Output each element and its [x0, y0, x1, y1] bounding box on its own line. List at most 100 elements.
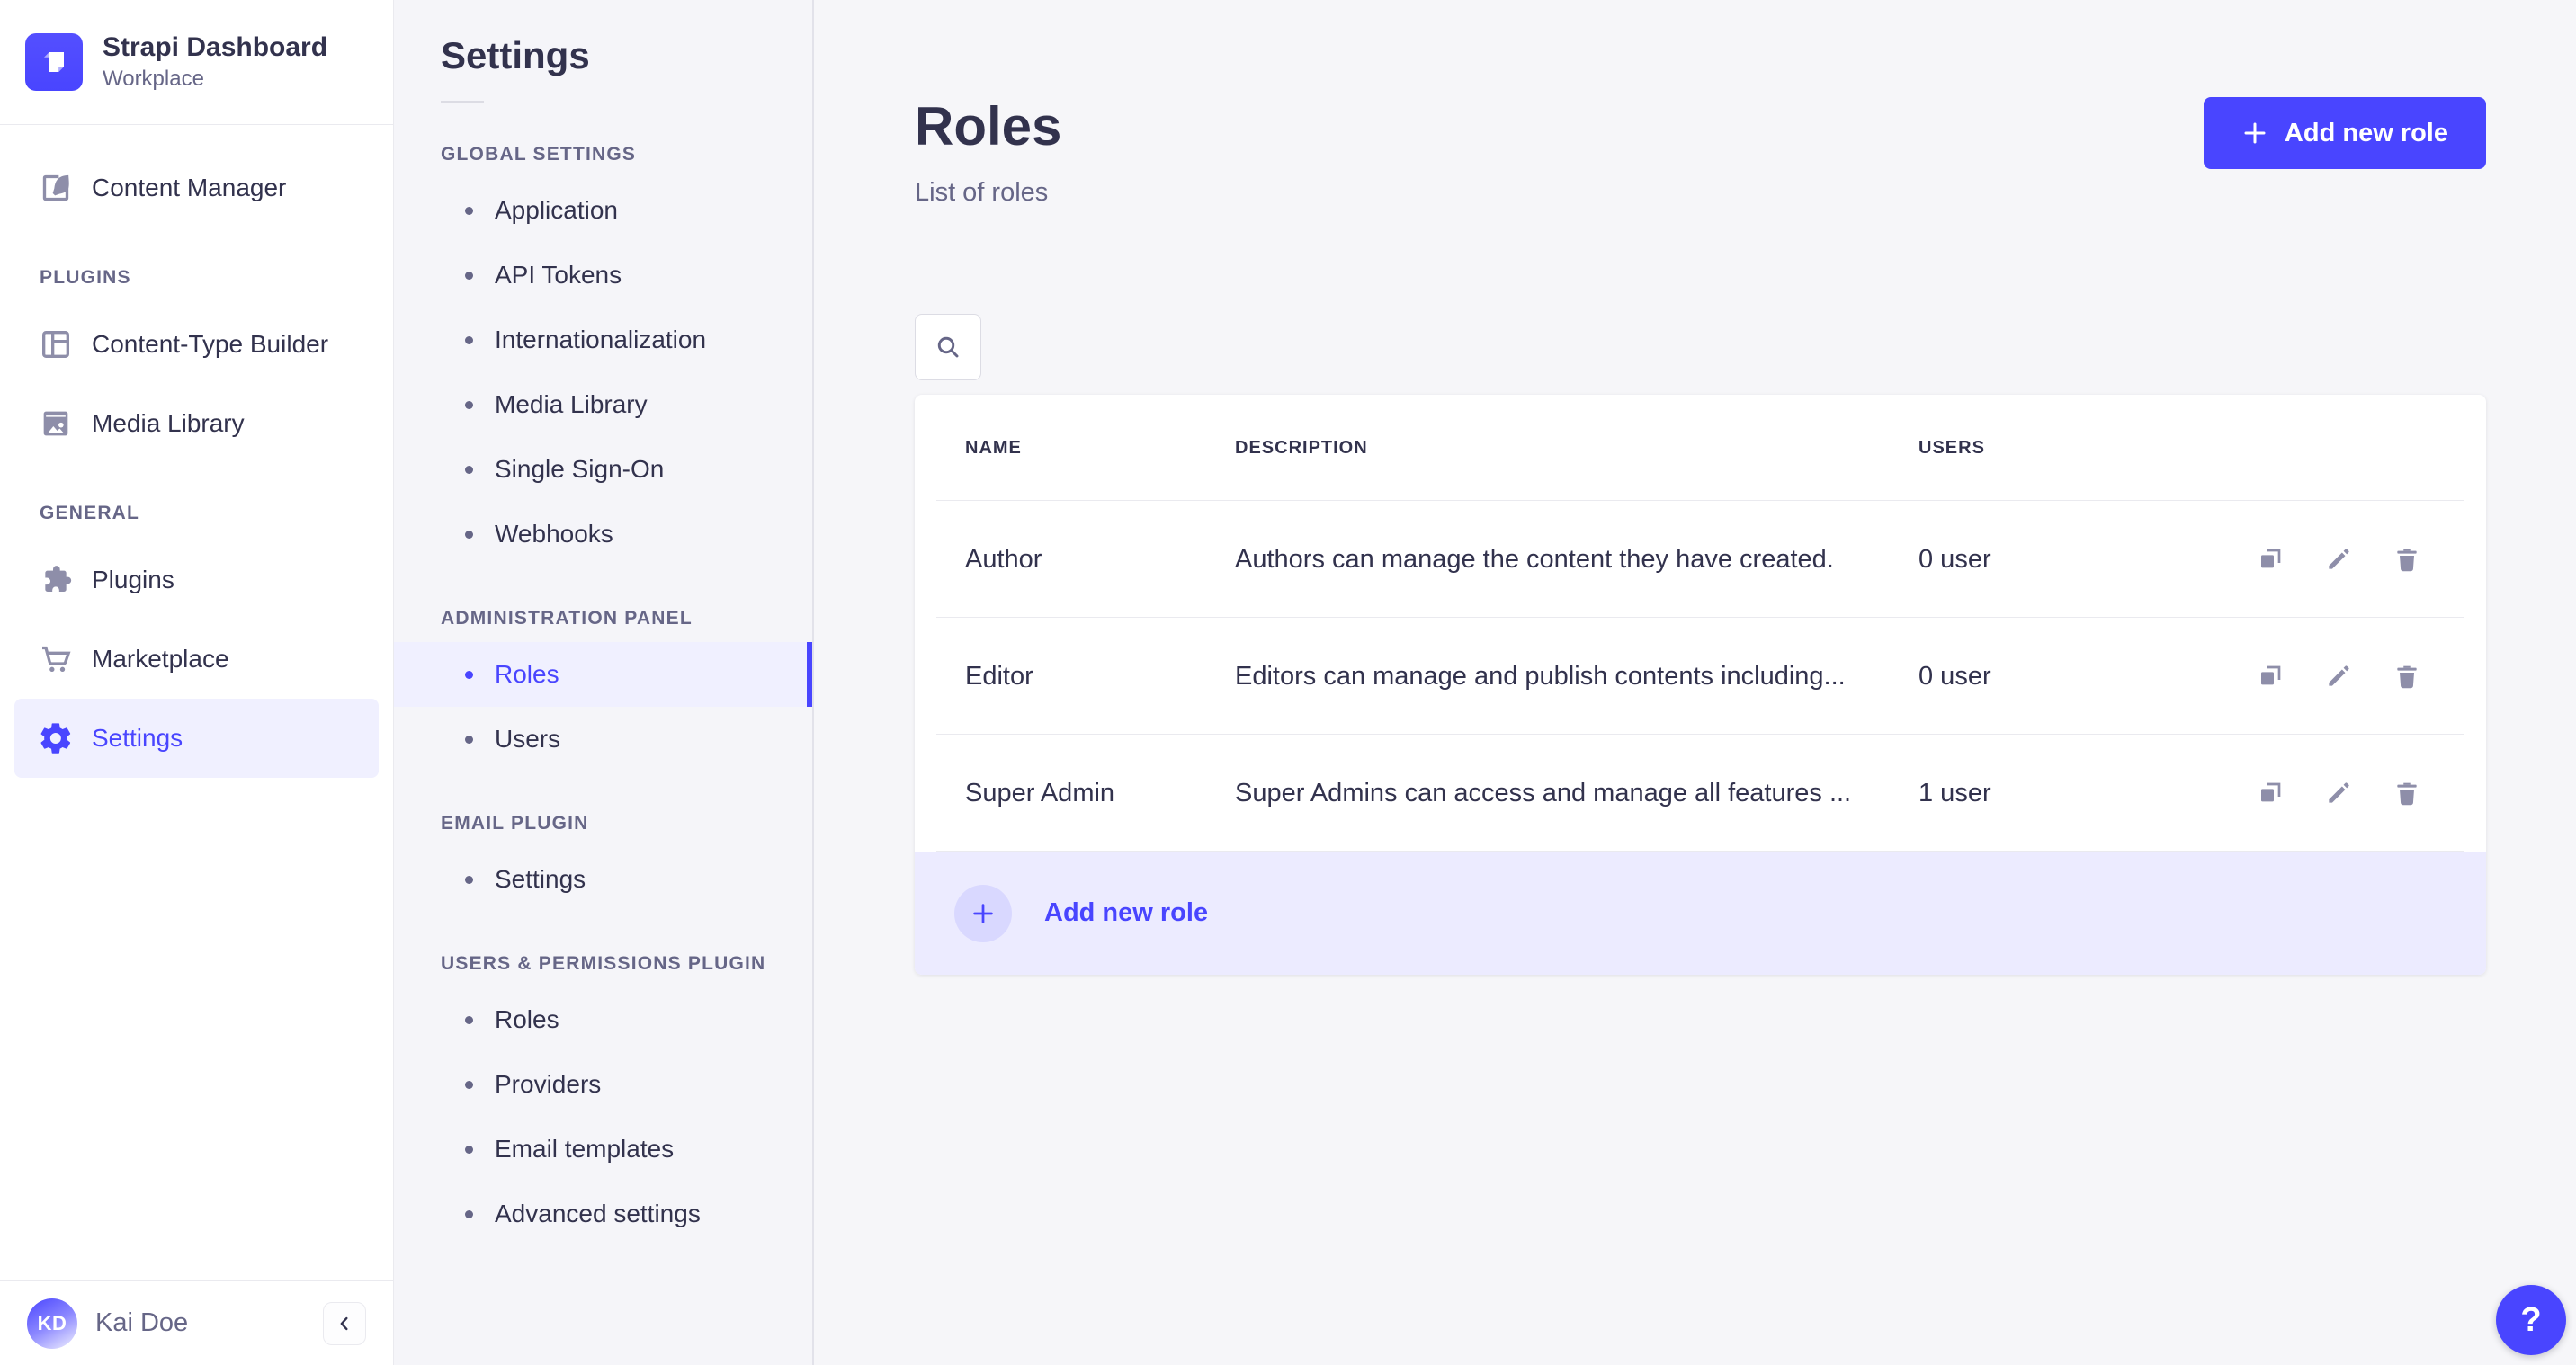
role-description: Authors can manage the content they have… [1235, 544, 1834, 574]
plus-icon [2241, 120, 2268, 147]
app-title: Strapi Dashboard [103, 32, 328, 62]
pencil-icon [2324, 779, 2355, 807]
footer-add-new-role-label: Add new role [1044, 898, 1209, 927]
edit-role-button[interactable] [2324, 661, 2355, 691]
subnav-item-webhooks[interactable]: Webhooks [394, 502, 812, 567]
role-users-count: 0 user [1919, 661, 1991, 691]
pencil-icon [2324, 662, 2355, 691]
bullet-dot [465, 1209, 473, 1218]
sidebar-item-content-manager[interactable]: Content Manager [0, 148, 393, 228]
settings-subnav: Settings GLOBAL SETTINGS Application API… [394, 0, 814, 1365]
subnav-title: Settings [441, 34, 590, 76]
subnav-item-email-templates[interactable]: Email templates [394, 1117, 812, 1182]
sidebar-item-label: Media Library [92, 408, 245, 437]
pencil-icon [2324, 545, 2355, 574]
duplicate-role-button[interactable] [2256, 544, 2286, 575]
subnav-item-label: Email templates [495, 1135, 675, 1163]
sidebar-item-content-type-builder[interactable]: Content-Type Builder [0, 305, 393, 384]
edit-role-button[interactable] [2324, 544, 2355, 575]
edit-role-button[interactable] [2324, 778, 2355, 808]
table-row-editor[interactable]: Editor Editors can manage and publish co… [915, 618, 2486, 735]
table-row-super-admin[interactable]: Super Admin Super Admins can access and … [915, 735, 2486, 852]
bullet-dot [465, 735, 473, 744]
subnav-item-up-roles[interactable]: Roles [394, 987, 812, 1052]
subnav-section-global-settings: GLOBAL SETTINGS Application API Tokens I… [394, 144, 812, 567]
role-description: Super Admins can access and manage all f… [1235, 778, 1852, 807]
bullet-dot [465, 465, 473, 474]
subnav-item-label: Application [495, 196, 618, 224]
avatar: KD [27, 1298, 77, 1349]
column-header-description: DESCRIPTION [1235, 437, 1368, 458]
sidebar-item-plugins[interactable]: Plugins [0, 540, 393, 620]
page-subtitle: List of roles [915, 178, 1049, 207]
subnav-section-administration-panel: ADMINISTRATION PANEL Roles Users [394, 608, 812, 772]
subnav-item-providers[interactable]: Providers [394, 1052, 812, 1117]
subnav-item-roles[interactable]: Roles [394, 642, 812, 707]
bullet-dot [465, 271, 473, 280]
subnav-section-users-permissions-plugin: USERS & PERMISSIONS PLUGIN Roles Provide… [394, 953, 812, 1246]
subnav-item-label: Providers [495, 1070, 602, 1098]
bullet-dot [465, 206, 473, 215]
delete-role-button[interactable] [2393, 544, 2423, 575]
subnav-item-internationalization[interactable]: Internationalization [394, 308, 812, 372]
sidebar-nav: Content Manager PLUGINS Content-Type Bui… [0, 125, 393, 1281]
user-menu[interactable]: KD Kai Doe [27, 1298, 188, 1349]
sidebar-footer: KD Kai Doe [0, 1280, 393, 1365]
search-button[interactable] [915, 314, 981, 380]
subnav-item-media-library[interactable]: Media Library [394, 372, 812, 437]
search-icon [934, 333, 962, 361]
gear-icon [38, 720, 74, 756]
subnav-item-label: Webhooks [495, 520, 613, 548]
column-header-users: USERS [1919, 437, 1985, 458]
subnav-item-label: Single Sign-On [495, 455, 665, 483]
table-row-author[interactable]: Author Authors can manage the content th… [915, 501, 2486, 618]
help-button[interactable]: ? [2496, 1285, 2566, 1355]
collapse-sidebar-button[interactable] [323, 1301, 366, 1345]
subnav-item-advanced-settings[interactable]: Advanced settings [394, 1182, 812, 1246]
role-users-count: 1 user [1919, 778, 1991, 807]
workplace-label: Workplace [103, 66, 204, 91]
subnav-item-label: Roles [495, 660, 559, 688]
sidebar-item-label: Settings [92, 723, 183, 752]
table-footer-add-new-role[interactable]: Add new role [915, 852, 2486, 975]
strapi-logo [25, 32, 83, 91]
duplicate-role-button[interactable] [2256, 778, 2286, 808]
divider [441, 101, 484, 103]
sidebar-item-marketplace[interactable]: Marketplace [0, 620, 393, 699]
bullet-dot [465, 670, 473, 679]
subnav-section-label: EMAIL PLUGIN [441, 813, 589, 834]
bullet-dot [465, 875, 473, 884]
duplicate-role-button[interactable] [2256, 661, 2286, 691]
sidebar-item-media-library[interactable]: Media Library [0, 384, 393, 463]
sidebar-item-settings[interactable]: Settings [14, 698, 379, 778]
bullet-dot [465, 1015, 473, 1024]
trash-icon [2393, 662, 2423, 691]
subnav-item-label: Advanced settings [495, 1200, 701, 1227]
page-header: Roles List of roles Add new role [915, 97, 2486, 208]
subnav-item-application[interactable]: Application [394, 178, 812, 243]
workspace-switcher[interactable]: Strapi Dashboard Workplace [0, 0, 393, 125]
trash-icon [2393, 545, 2423, 574]
subnav-item-users[interactable]: Users [394, 707, 812, 772]
subnav-item-label: Roles [495, 1005, 559, 1033]
delete-role-button[interactable] [2393, 661, 2423, 691]
add-new-role-button[interactable]: Add new role [2203, 97, 2486, 169]
subnav-section-label: USERS & PERMISSIONS PLUGIN [441, 953, 766, 974]
column-header-name: NAME [965, 437, 1022, 458]
bullet-dot [465, 335, 473, 344]
sidebar-item-label: Plugins [92, 565, 174, 593]
plus-circle [954, 884, 1012, 942]
duplicate-icon [2256, 545, 2286, 574]
delete-role-button[interactable] [2393, 778, 2423, 808]
feather-icon [38, 170, 74, 206]
sidebar-item-label: Marketplace [92, 644, 229, 673]
subnav-item-email-settings[interactable]: Settings [394, 847, 812, 912]
subnav-item-single-sign-on[interactable]: Single Sign-On [394, 437, 812, 502]
cart-icon [38, 641, 74, 677]
role-name: Editor [965, 661, 1033, 691]
bullet-dot [465, 530, 473, 539]
subnav-item-api-tokens[interactable]: API Tokens [394, 243, 812, 308]
bullet-dot [465, 1145, 473, 1154]
image-icon [38, 406, 74, 442]
table-header-row: NAME DESCRIPTION USERS [915, 395, 2486, 501]
